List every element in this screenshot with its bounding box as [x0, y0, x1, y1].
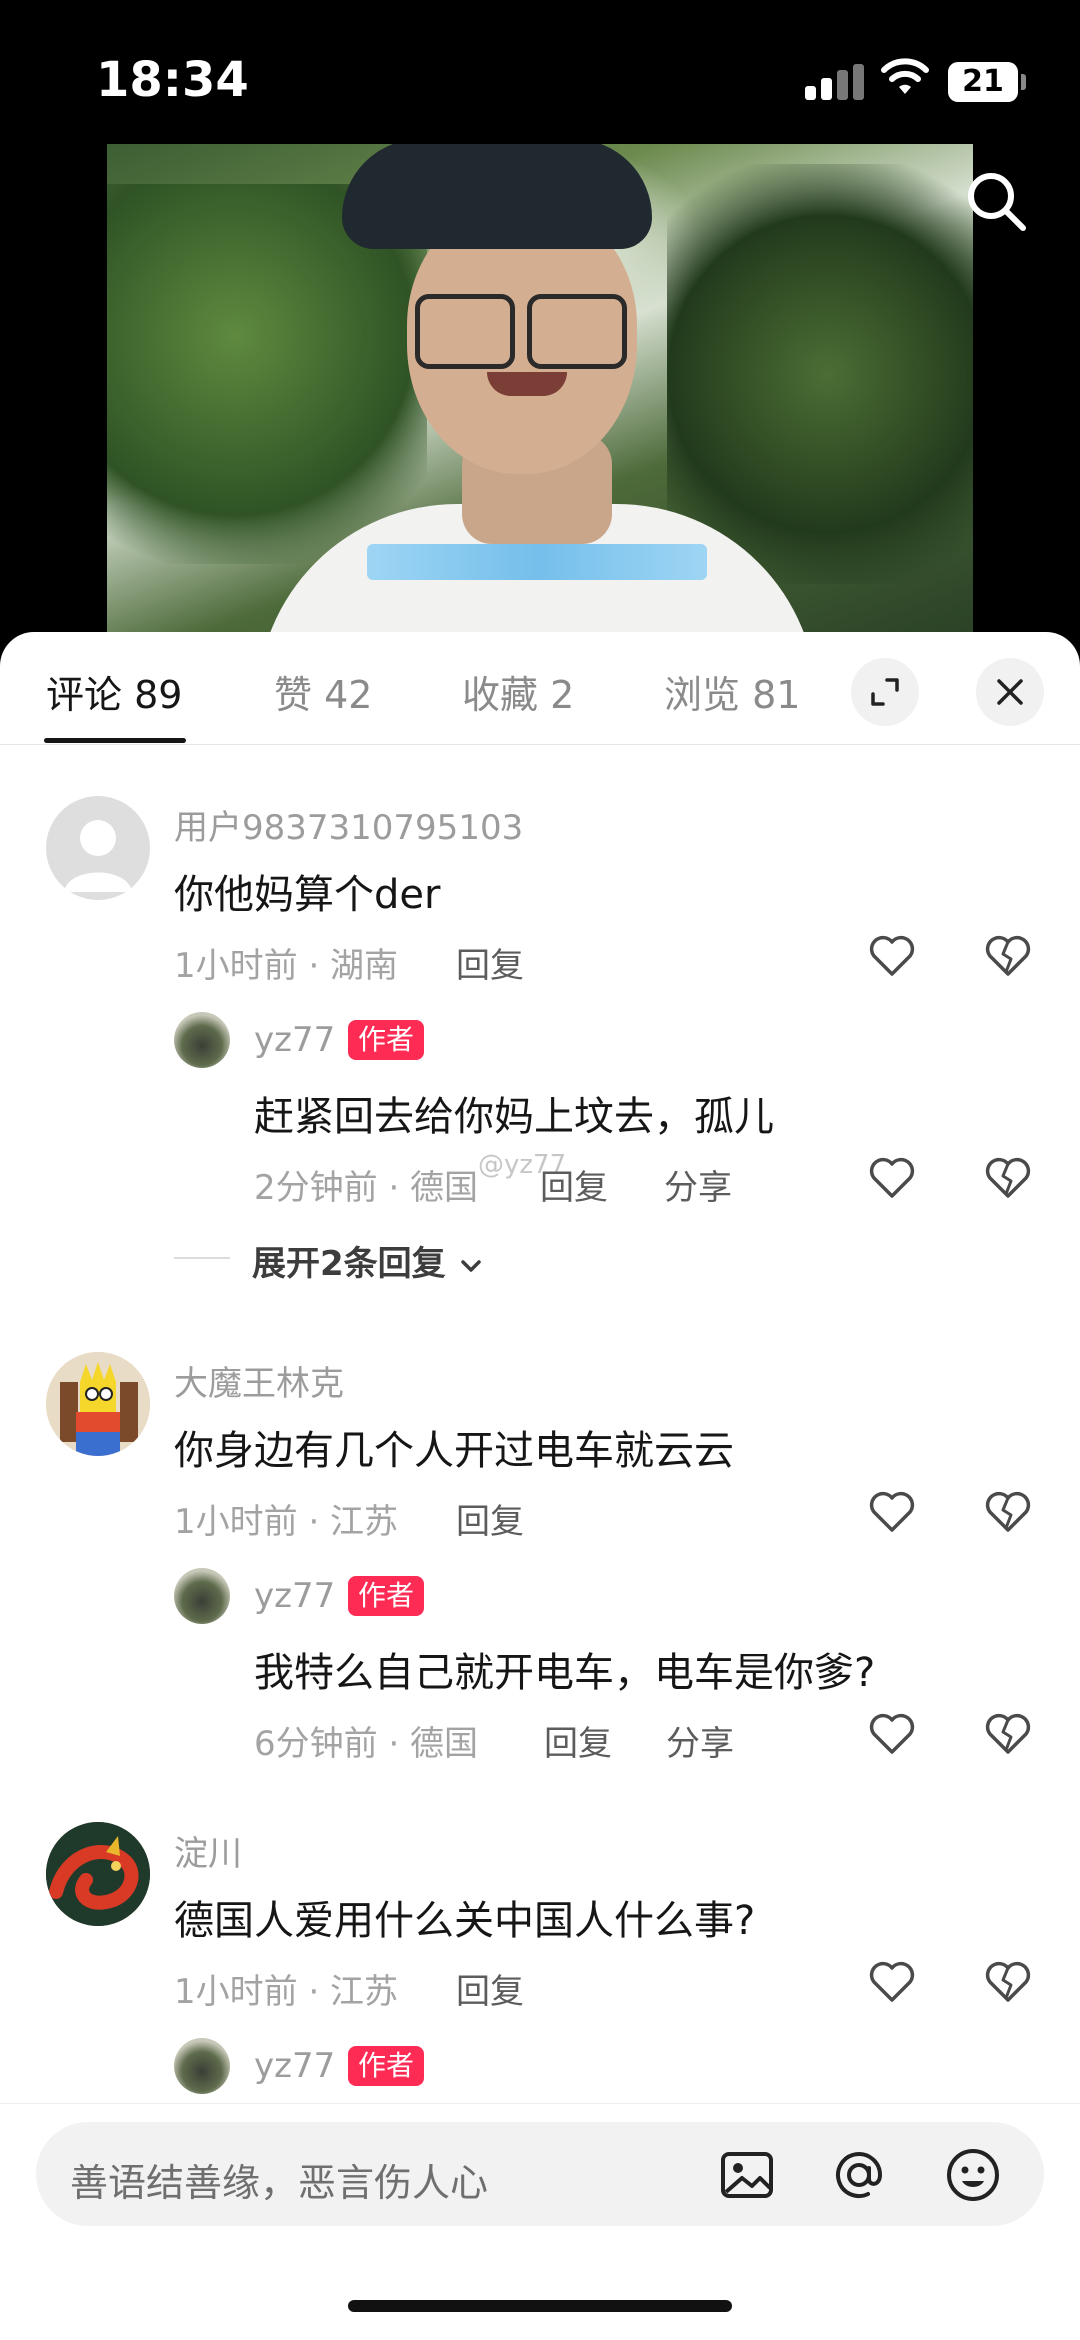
status-time: 18:34: [96, 52, 249, 108]
avatar[interactable]: [46, 1352, 150, 1456]
close-button[interactable]: [976, 658, 1044, 726]
emoji-icon[interactable]: [944, 2146, 1002, 2204]
status-bar: 18:34 21: [0, 0, 1080, 140]
comment-sheet: 评论 89 赞 42 收藏 2 浏览 81: [0, 632, 1080, 2339]
comment-username[interactable]: 大魔王林克: [174, 1356, 344, 1405]
tab-views[interactable]: 浏览 81: [664, 664, 800, 719]
avatar[interactable]: [46, 796, 150, 900]
dislike-broken-heart-icon[interactable]: [984, 1156, 1032, 1200]
reply-avatar[interactable]: [174, 1568, 230, 1624]
home-indicator: [348, 2300, 732, 2312]
battery-indicator: 21: [948, 62, 1018, 102]
like-heart-icon[interactable]: [868, 934, 916, 978]
comment-input[interactable]: 善语结善缘，恶言伤人心: [36, 2122, 1044, 2226]
reply-button[interactable]: 回复: [456, 1494, 524, 1543]
wifi-icon: [881, 58, 929, 94]
expand-replies-label: 展开2条回复: [252, 1244, 446, 1284]
search-icon[interactable]: [965, 170, 1029, 234]
reply-username[interactable]: yz77: [254, 1576, 335, 1616]
tab-favorites[interactable]: 收藏 2: [462, 664, 574, 719]
video-foliage-right: [667, 164, 973, 584]
comment-text: 德国人爱用什么关中国人什么事?: [174, 1898, 756, 1944]
comment-input-placeholder: 善语结善缘，恶言伤人心: [70, 2161, 489, 2205]
video-glasses-right: [527, 294, 627, 369]
active-tab-underline: [44, 738, 186, 743]
dragon-avatar: [46, 1822, 150, 1926]
comment-meta: 1小时前 · 江苏: [174, 1502, 399, 1542]
dislike-broken-heart-icon[interactable]: [984, 1712, 1032, 1756]
video-person-cap: [342, 144, 652, 249]
video-person-mouth: [487, 372, 567, 396]
like-heart-icon[interactable]: [868, 1490, 916, 1534]
chevron-down-icon: [460, 1259, 481, 1272]
video-glasses-left: [415, 294, 515, 369]
reply-button[interactable]: 回复: [456, 938, 524, 987]
close-icon: [997, 679, 1023, 705]
image-icon[interactable]: [718, 2146, 776, 2204]
reply-text: 赶紧回去给你妈上坟去，孤儿: [254, 1094, 774, 1140]
comment-meta: 1小时前 · 湖南: [174, 946, 399, 986]
like-heart-icon[interactable]: [868, 1156, 916, 1200]
dislike-broken-heart-icon[interactable]: [984, 934, 1032, 978]
reply-username[interactable]: yz77: [254, 1020, 335, 1060]
comment-text: 你身边有几个人开过电车就云云: [174, 1428, 734, 1474]
expand-replies-button[interactable]: 展开2条回复: [252, 1236, 484, 1285]
author-badge: 作者: [348, 2046, 425, 2086]
comment-text: 你他妈算个der: [174, 872, 441, 918]
video-player[interactable]: [107, 144, 973, 634]
avatar[interactable]: [46, 1822, 150, 1926]
reply-text: 我特么自己就开电车，电车是你爹?: [254, 1650, 876, 1696]
dislike-broken-heart-icon[interactable]: [984, 1960, 1032, 2004]
comment-username[interactable]: 淀川: [174, 1826, 242, 1875]
comment-tabs: 评论 89 赞 42 收藏 2 浏览 81: [0, 632, 1080, 745]
default-avatar-icon: [64, 820, 132, 892]
like-heart-icon[interactable]: [868, 1712, 916, 1756]
reply-meta: 6分钟前 · 德国: [254, 1724, 479, 1764]
reply-button[interactable]: 回复: [540, 1160, 608, 1209]
expand-divider: [174, 1257, 230, 1259]
mention-icon[interactable]: [830, 2146, 888, 2204]
author-badge: 作者: [348, 1020, 425, 1060]
reply-avatar[interactable]: [174, 2038, 230, 2094]
tab-comments[interactable]: 评论 89: [46, 664, 182, 719]
share-button[interactable]: 分享: [664, 1160, 732, 1209]
reply-avatar[interactable]: [174, 1012, 230, 1068]
reply-username[interactable]: yz77: [254, 2046, 335, 2086]
reply-button[interactable]: 回复: [456, 1964, 524, 2013]
expand-button[interactable]: [851, 658, 919, 726]
cartoon-avatar: [46, 1352, 150, 1456]
battery-tip: [1021, 74, 1026, 90]
author-badge: 作者: [348, 1576, 425, 1616]
tab-likes[interactable]: 赞 42: [274, 664, 372, 719]
comment-meta: 1小时前 · 江苏: [174, 1972, 399, 2012]
dislike-broken-heart-icon[interactable]: [984, 1490, 1032, 1534]
reply-button[interactable]: 回复: [544, 1716, 612, 1765]
reply-meta: 2分钟前 · 德国: [254, 1168, 479, 1208]
comment-username[interactable]: 用户9837310795103: [174, 800, 523, 849]
like-heart-icon[interactable]: [868, 1960, 916, 2004]
share-button[interactable]: 分享: [666, 1716, 734, 1765]
expand-icon: [871, 678, 899, 706]
video-subtitle: [367, 544, 707, 580]
